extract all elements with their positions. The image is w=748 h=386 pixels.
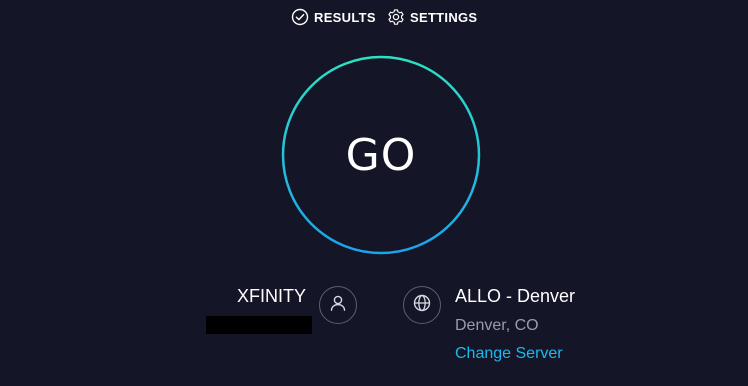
speedtest-page: RESULTS SETTINGS GO XFINITY ALLO - Denve… <box>0 0 748 386</box>
settings-nav-button[interactable]: SETTINGS <box>387 6 477 28</box>
settings-label: SETTINGS <box>410 9 478 25</box>
isp-icon-badge <box>319 286 357 324</box>
go-label: GO <box>345 129 417 181</box>
gear-icon <box>387 8 405 26</box>
globe-icon <box>412 293 432 318</box>
user-icon <box>328 293 348 318</box>
results-nav-button[interactable]: RESULTS <box>291 6 376 28</box>
check-circle-icon <box>291 8 309 26</box>
change-server-link[interactable]: Change Server <box>455 345 563 363</box>
go-button[interactable]: GO <box>284 58 478 252</box>
isp-name: XFINITY <box>236 286 306 306</box>
server-name: ALLO - Denver <box>455 286 576 306</box>
go-button-wrapper: GO <box>281 55 481 255</box>
redacted-ip-block <box>206 316 312 334</box>
server-icon-badge <box>403 286 441 324</box>
server-location: Denver, CO <box>455 317 539 334</box>
results-label: RESULTS <box>314 9 376 25</box>
top-nav: RESULTS SETTINGS <box>0 6 748 28</box>
